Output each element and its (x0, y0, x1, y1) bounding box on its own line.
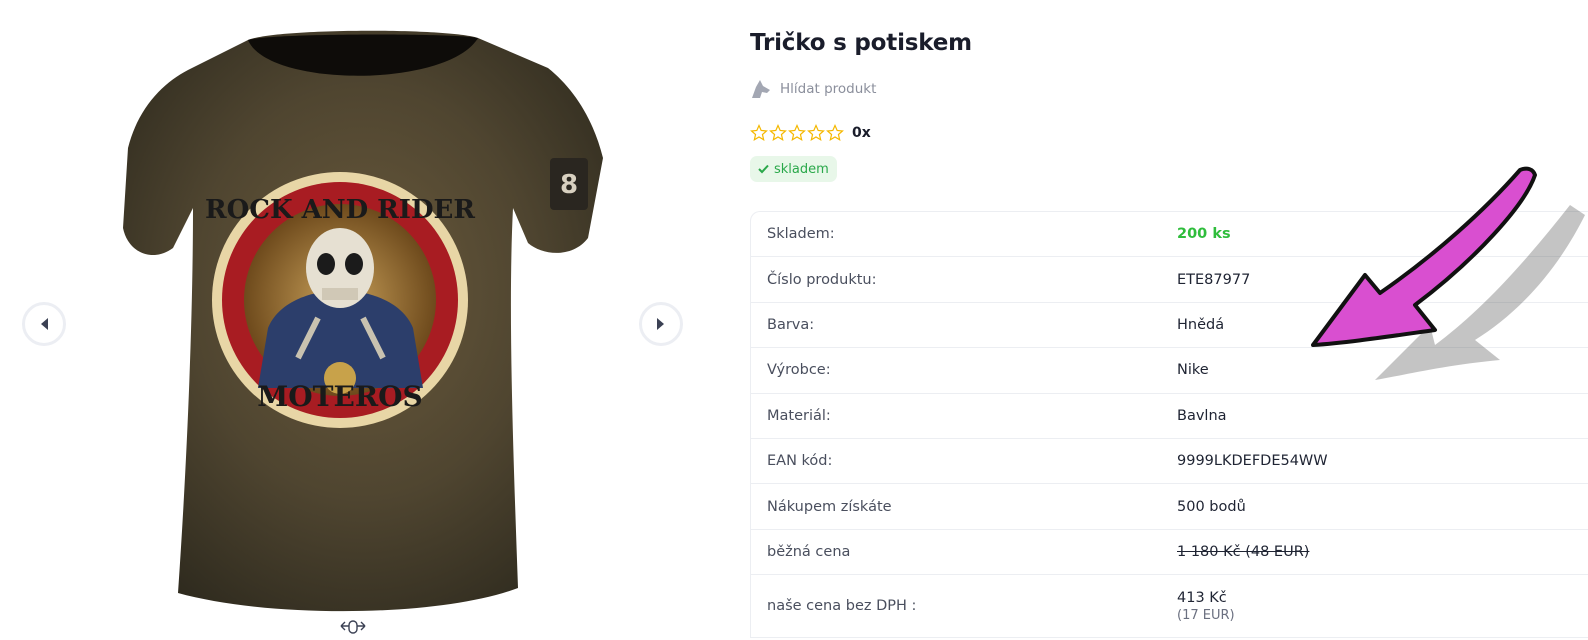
param-value: Nike (1177, 362, 1209, 378)
param-label: Skladem: (767, 226, 835, 243)
table-row: naše cena bez DPH : 413 Kč (17 EUR) (751, 575, 1588, 637)
param-label: Výrobce: (767, 362, 831, 379)
rating: 0x (750, 124, 871, 142)
chevron-right-icon (657, 318, 664, 330)
param-value: 413 Kč (17 EUR) (1177, 590, 1235, 623)
param-label: běžná cena (767, 543, 851, 560)
param-value-text: 500 bodů (1177, 498, 1246, 515)
sleeve-patch: 8 (560, 170, 578, 200)
page-title: Tričko s potiskem (750, 30, 972, 56)
param-value-text: Nike (1177, 362, 1209, 379)
table-row: Materiál: Bavlna (751, 394, 1588, 439)
param-value: 200 ks (1177, 226, 1231, 242)
gallery-next-button[interactable] (639, 302, 683, 346)
param-value-text: 413 Kč (1177, 589, 1227, 606)
param-label: naše cena bez DPH : (767, 598, 917, 615)
param-value-text: 1 180 Kč (48 EUR) (1177, 543, 1310, 560)
rating-stars[interactable] (750, 124, 844, 142)
param-label: EAN kód: (767, 453, 833, 470)
product-gallery: 8 ROCK AND RIDER MOTEROS (0, 0, 710, 640)
param-value-text: Hnědá (1177, 316, 1225, 333)
print-top-text: ROCK AND RIDER (205, 195, 475, 225)
star-icon[interactable] (788, 124, 806, 142)
param-value-text: 9999LKDEFDE54WW (1177, 453, 1328, 470)
param-label: Barva: (767, 316, 815, 333)
param-value-text: ETE87977 (1177, 271, 1251, 288)
param-label: Číslo produktu: (767, 271, 877, 288)
param-value: Hnědá (1177, 317, 1224, 333)
param-value-sub: (17 EUR) (1177, 607, 1235, 623)
scroll-icon (340, 620, 366, 634)
gallery-prev-button[interactable] (22, 302, 66, 346)
param-label: Materiál: (767, 407, 831, 424)
rating-count: 0x (852, 125, 871, 141)
status-badge: skladem (750, 156, 837, 182)
table-row: Nákupem získáte 500 bodů (751, 484, 1588, 530)
check-icon (758, 164, 769, 174)
star-icon[interactable] (807, 124, 825, 142)
param-value-text: 200 ks (1177, 226, 1231, 243)
param-value: 500 bodů (1177, 499, 1246, 515)
status-badge-label: skladem (774, 161, 829, 177)
table-row: běžná cena 1 180 Kč (48 EUR) (751, 530, 1588, 576)
param-value: Bavlna (1177, 408, 1227, 424)
dog-icon (752, 80, 770, 98)
print-bottom-text: MOTEROS (257, 380, 422, 413)
chevron-left-icon (41, 318, 48, 330)
product-image[interactable]: 8 ROCK AND RIDER MOTEROS (118, 28, 618, 620)
arrow-annotation (1311, 166, 1585, 380)
star-icon[interactable] (769, 124, 787, 142)
star-icon[interactable] (750, 124, 768, 142)
param-value: 9999LKDEFDE54WW (1177, 453, 1328, 469)
param-label: Nákupem získáte (767, 498, 892, 515)
watch-product-label: Hlídat produkt (780, 81, 877, 97)
param-value: 1 180 Kč (48 EUR) (1177, 544, 1309, 560)
tshirt-image: 8 ROCK AND RIDER MOTEROS (123, 30, 603, 612)
param-value-text: Bavlna (1177, 407, 1227, 424)
star-icon[interactable] (826, 124, 844, 142)
watch-product-button[interactable]: Hlídat produkt (750, 78, 876, 100)
param-value: ETE87977 (1177, 272, 1250, 288)
table-row: EAN kód: 9999LKDEFDE54WW (751, 439, 1588, 485)
